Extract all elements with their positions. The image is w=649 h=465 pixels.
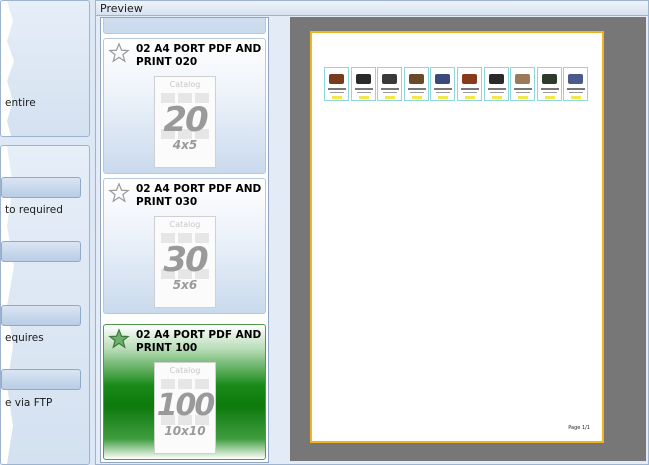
product-text-line — [328, 88, 346, 90]
product-price-tag — [358, 96, 369, 99]
product-image — [541, 74, 557, 84]
thumbnail-caption: Catalog — [169, 220, 201, 229]
thumbnail-caption: Catalog — [169, 366, 201, 375]
page-number-label: Page 1/1 — [568, 425, 590, 431]
product-image — [382, 74, 398, 84]
thumbnail-grid: 10x10 — [164, 424, 206, 438]
product-price-tag — [518, 96, 529, 99]
favorite-star-icon[interactable] — [108, 182, 130, 204]
product-price-tag — [438, 96, 449, 99]
product-price-tag — [571, 96, 582, 99]
product-text-line — [354, 88, 373, 90]
product-image — [462, 74, 477, 84]
product-text-line — [409, 92, 424, 93]
product-price-tag — [465, 96, 475, 99]
product-text-line — [489, 92, 504, 93]
template-title: 02 A4 PORT PDF AND PRINT 020 — [136, 43, 262, 68]
product-image — [435, 74, 451, 84]
template-thumbnail: Catalog 100 10x10 — [154, 362, 216, 454]
product-text-line — [434, 88, 453, 90]
template-item-partial[interactable] — [103, 18, 266, 34]
panel-text-via-ftp: e via FTP — [5, 397, 53, 409]
product-cell — [350, 67, 376, 101]
favorite-star-icon[interactable] — [108, 42, 130, 64]
preview-frame: Preview 02 A4 PORT PDF AND PRINT 020 Cat… — [95, 0, 649, 465]
panel-text-requires: equires — [5, 332, 44, 344]
template-title: 02 A4 PORT PDF AND PRINT 100 — [136, 329, 262, 354]
product-price-tag — [491, 96, 502, 99]
product-cell — [403, 67, 429, 101]
panel-text-entire: entire — [5, 97, 36, 109]
product-cell — [483, 67, 509, 101]
option-button-3[interactable] — [1, 305, 81, 326]
product-text-line — [383, 92, 398, 93]
template-thumbnail: Catalog 20 4x5 — [154, 76, 216, 168]
page-preview-area: Page 1/1 — [290, 17, 646, 461]
preview-page-sheet: Page 1/1 — [310, 31, 604, 443]
option-button-2[interactable] — [1, 241, 81, 262]
product-cell — [377, 67, 403, 101]
thumbnail-grid: 4x5 — [172, 138, 198, 152]
option-button-4[interactable] — [1, 369, 81, 390]
product-text-line — [542, 92, 557, 93]
product-cell — [563, 67, 589, 101]
product-text-line — [514, 88, 533, 90]
product-text-line — [330, 92, 344, 93]
product-text-line — [567, 88, 586, 90]
template-thumbnail: Catalog 30 5x6 — [154, 216, 216, 308]
product-image — [329, 74, 344, 84]
product-image — [568, 74, 584, 84]
panel-text-to-required: to required — [5, 204, 63, 216]
product-price-tag — [544, 96, 555, 99]
product-text-line — [436, 92, 451, 93]
product-text-line — [461, 88, 479, 90]
template-title: 02 A4 PORT PDF AND PRINT 030 — [136, 183, 262, 208]
product-cell — [536, 67, 562, 101]
product-image — [515, 74, 531, 84]
product-price-tag — [385, 96, 396, 99]
product-image — [355, 74, 371, 84]
product-text-line — [463, 92, 477, 93]
product-image — [408, 74, 424, 84]
product-price-tag — [411, 96, 422, 99]
thumbnail-number: 100 — [156, 388, 216, 423]
template-item-100[interactable]: 02 A4 PORT PDF AND PRINT 100 Catalog 100… — [103, 324, 266, 460]
product-text-line — [487, 88, 506, 90]
product-text-line — [356, 92, 371, 93]
template-item-020[interactable]: 02 A4 PORT PDF AND PRINT 020 Catalog 20 … — [103, 38, 266, 174]
product-text-line — [516, 92, 531, 93]
template-item-030[interactable]: 02 A4 PORT PDF AND PRINT 030 Catalog 30 … — [103, 178, 266, 314]
product-image — [488, 74, 504, 84]
product-text-line — [381, 88, 400, 90]
product-cell — [510, 67, 536, 101]
options-panel-bottom: to required equires e via FTP — [0, 145, 90, 465]
thumbnail-caption: Catalog — [169, 80, 201, 89]
product-cell — [457, 67, 482, 101]
product-price-tag — [332, 96, 342, 99]
template-list[interactable]: 02 A4 PORT PDF AND PRINT 020 Catalog 20 … — [100, 17, 269, 463]
options-panel-top: entire — [0, 0, 90, 137]
favorite-star-icon[interactable] — [108, 328, 130, 350]
product-text-line — [569, 92, 584, 93]
option-button-1[interactable] — [1, 177, 81, 198]
thumbnail-number: 30 — [163, 240, 208, 280]
thumbnail-number: 20 — [163, 100, 208, 140]
torn-edge-decoration — [1, 1, 14, 136]
product-text-line — [407, 88, 426, 90]
product-cell — [324, 67, 349, 101]
product-cell — [430, 67, 456, 101]
product-text-line — [540, 88, 559, 90]
thumbnail-grid: 5x6 — [172, 278, 198, 292]
product-grid-row — [324, 67, 592, 101]
left-pane: entire to required equires e via FTP — [0, 0, 94, 465]
preview-header: Preview — [96, 1, 648, 16]
